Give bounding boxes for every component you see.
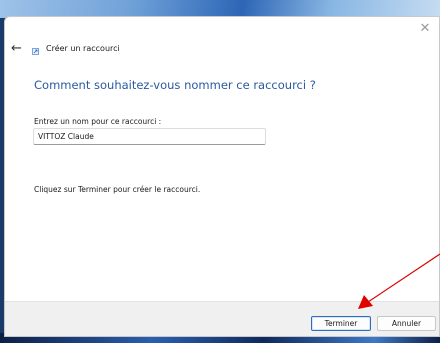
finish-button[interactable]: Terminer [311,316,371,331]
cancel-button[interactable]: Annuler [377,316,436,331]
shortcut-name-label: Entrez un nom pour ce raccourci : [34,117,162,126]
page-heading: Comment souhaitez-vous nommer ce raccour… [34,78,316,92]
close-icon[interactable]: ✕ [417,21,433,37]
shortcut-icon [32,48,39,55]
shortcut-name-input[interactable] [33,128,266,145]
dialog-footer: Terminer Annuler [5,301,439,336]
create-shortcut-dialog: ✕ ← Créer un raccourci Comment souhaitez… [4,16,440,337]
window-title: Créer un raccourci [46,44,120,53]
instruction-text: Cliquez sur Terminer pour créer le racco… [34,185,201,194]
back-arrow-icon[interactable]: ← [11,41,27,57]
